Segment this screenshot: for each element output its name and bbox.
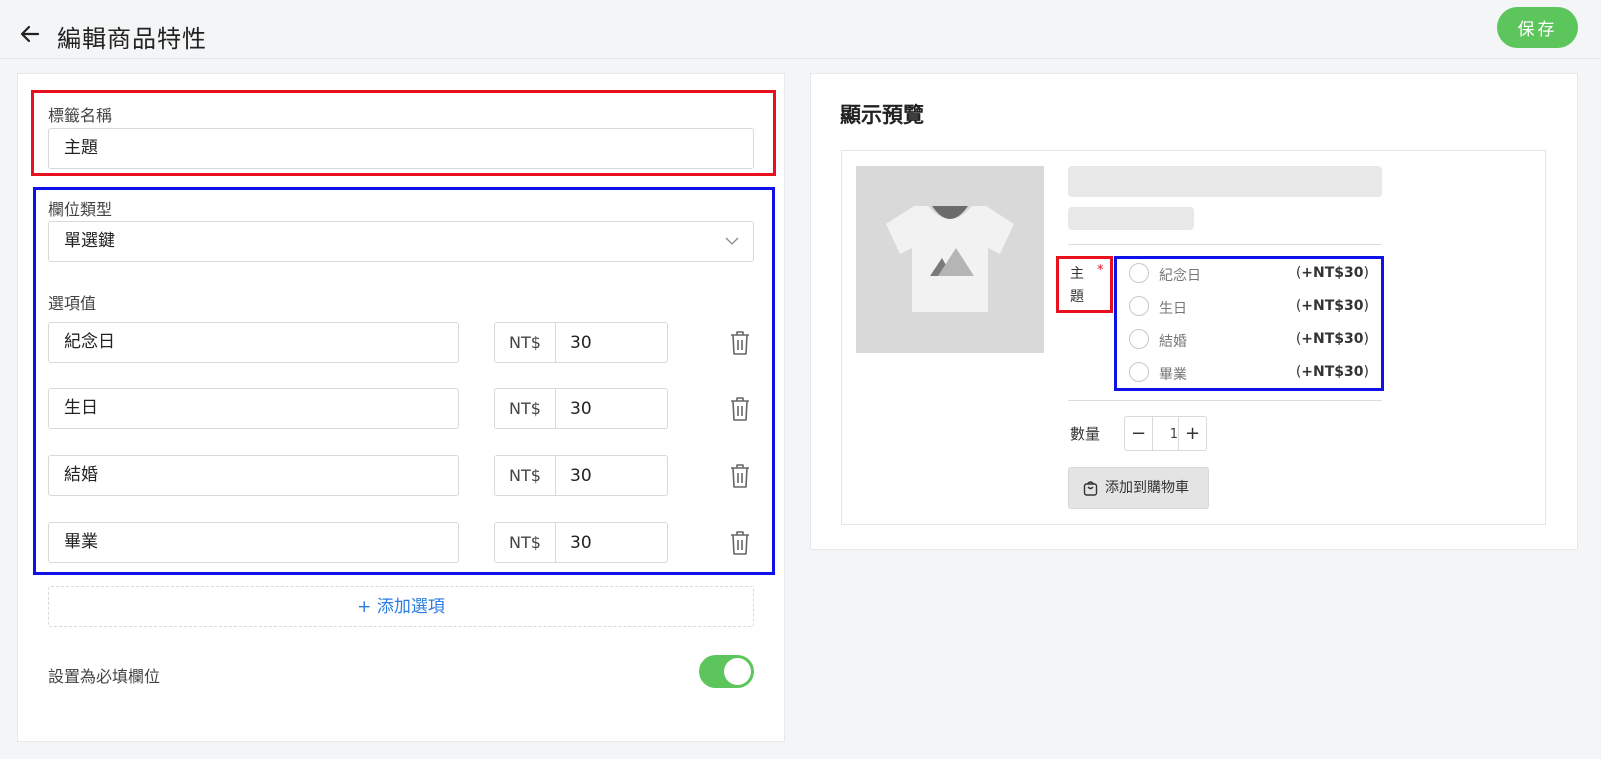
radio-option[interactable]: 生日 (+NT$30) xyxy=(1129,296,1369,320)
radio-option[interactable]: 紀念日 (+NT$30) xyxy=(1129,263,1369,287)
shopping-bag-icon xyxy=(1083,481,1098,496)
price-amount: +NT$30 xyxy=(1301,298,1364,314)
divider xyxy=(1068,244,1382,245)
required-field-label: 設置為必填欄位 xyxy=(48,667,161,686)
radio-option[interactable]: 畢業 (+NT$30) xyxy=(1129,362,1369,386)
radio-button[interactable] xyxy=(1129,263,1149,283)
radio-option-label: 結婚 xyxy=(1159,334,1187,350)
required-asterisk: * xyxy=(1097,263,1104,278)
option-row: 結婚 NT$ 30 xyxy=(48,455,753,496)
radio-button[interactable] xyxy=(1129,296,1149,316)
price-paren-close: ) xyxy=(1363,364,1369,380)
options-label: 選項值 xyxy=(48,294,97,313)
price-amount: +NT$30 xyxy=(1301,265,1364,281)
option-name-input[interactable]: 生日 xyxy=(48,388,459,429)
quantity-label: 數量 xyxy=(1070,425,1101,443)
option-name-input[interactable]: 結婚 xyxy=(48,455,459,496)
quantity-stepper: − 1 + xyxy=(1124,416,1207,451)
currency-label: NT$ xyxy=(495,323,556,362)
radio-option-price: (+NT$30) xyxy=(1296,298,1369,314)
back-arrow-icon[interactable] xyxy=(18,22,42,46)
price-paren-close: ) xyxy=(1363,331,1369,347)
field-type-value: 單選鍵 xyxy=(64,231,115,251)
preview-title: 顯示預覽 xyxy=(840,103,924,127)
option-name-input[interactable]: 紀念日 xyxy=(48,322,459,363)
toggle-knob xyxy=(724,658,751,685)
page-header: 編輯商品特性 保存 xyxy=(0,0,1601,59)
option-price-input[interactable]: 30 xyxy=(570,523,592,562)
required-toggle[interactable] xyxy=(699,655,754,688)
price-paren-close: ) xyxy=(1363,265,1369,281)
add-to-cart-label: 添加到購物車 xyxy=(1105,480,1189,496)
option-price-group: NT$ 30 xyxy=(494,455,668,496)
option-price-input[interactable]: 30 xyxy=(570,456,592,495)
option-row: 紀念日 NT$ 30 xyxy=(48,322,753,363)
option-price-group: NT$ 30 xyxy=(494,388,668,429)
radio-button[interactable] xyxy=(1129,329,1149,349)
field-type-label: 欄位類型 xyxy=(48,200,113,219)
trash-icon[interactable] xyxy=(728,530,752,556)
radio-option-label: 生日 xyxy=(1159,301,1187,317)
option-row: 生日 NT$ 30 xyxy=(48,388,753,429)
option-price-group: NT$ 30 xyxy=(494,322,668,363)
tag-name-label: 標籤名稱 xyxy=(48,106,113,125)
preview-field-label: 主題 xyxy=(1070,266,1084,305)
option-price-input[interactable]: 30 xyxy=(570,323,592,362)
radio-option-price: (+NT$30) xyxy=(1296,364,1369,380)
field-type-select[interactable]: 單選鍵 xyxy=(48,221,754,262)
quantity-increment-button[interactable]: + xyxy=(1178,417,1206,450)
product-title-skeleton xyxy=(1068,166,1382,197)
currency-label: NT$ xyxy=(495,456,556,495)
trash-icon[interactable] xyxy=(728,330,752,356)
product-image-placeholder xyxy=(856,166,1044,353)
trash-icon[interactable] xyxy=(728,463,752,489)
radio-option-price: (+NT$30) xyxy=(1296,331,1369,347)
price-paren-close: ) xyxy=(1363,298,1369,314)
radio-option-label: 畢業 xyxy=(1159,367,1187,383)
quantity-decrement-button[interactable]: − xyxy=(1125,417,1153,450)
price-amount: +NT$30 xyxy=(1301,364,1364,380)
radio-button[interactable] xyxy=(1129,362,1149,382)
trash-icon[interactable] xyxy=(728,396,752,422)
save-button[interactable]: 保存 xyxy=(1497,7,1578,48)
option-name-input[interactable]: 畢業 xyxy=(48,522,459,563)
add-to-cart-button[interactable]: 添加到購物車 xyxy=(1068,467,1209,509)
radio-option-price: (+NT$30) xyxy=(1296,265,1369,281)
product-price-skeleton xyxy=(1068,207,1194,230)
option-price-input[interactable]: 30 xyxy=(570,389,592,428)
currency-label: NT$ xyxy=(495,389,556,428)
add-option-button[interactable]: + 添加選項 xyxy=(48,586,754,627)
radio-option-label: 紀念日 xyxy=(1159,268,1201,284)
tag-name-input[interactable]: 主題 xyxy=(48,128,754,169)
quantity-input[interactable]: 1 xyxy=(1153,417,1178,450)
option-row: 畢業 NT$ 30 xyxy=(48,522,753,563)
tshirt-icon xyxy=(886,206,1014,312)
radio-option[interactable]: 結婚 (+NT$30) xyxy=(1129,329,1369,353)
chevron-down-icon xyxy=(725,237,739,245)
divider xyxy=(1068,400,1382,401)
page-title: 編輯商品特性 xyxy=(57,25,207,53)
currency-label: NT$ xyxy=(495,523,556,562)
price-amount: +NT$30 xyxy=(1301,331,1364,347)
option-price-group: NT$ 30 xyxy=(494,522,668,563)
